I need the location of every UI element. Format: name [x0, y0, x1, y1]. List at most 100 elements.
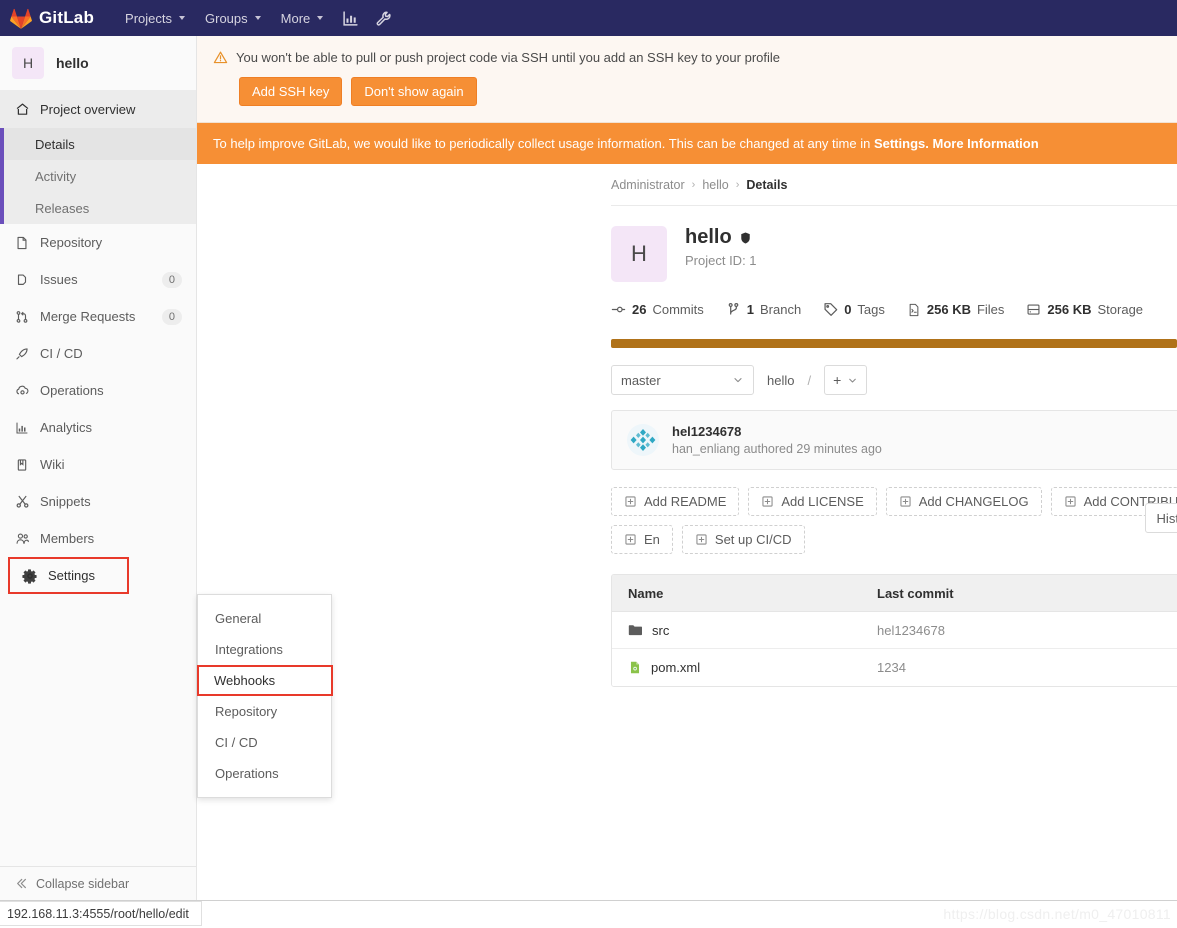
tag-icon: [823, 302, 838, 317]
chevron-down-icon: [179, 16, 185, 20]
sidebar-item-settings[interactable]: Settings: [8, 557, 129, 594]
add-changelog-button[interactable]: Add CHANGELOG: [885, 487, 1042, 516]
file-last-commit[interactable]: hel1234678: [877, 623, 945, 638]
history-button[interactable]: History: [1144, 503, 1177, 533]
usage-alert-settings-link[interactable]: Settings.: [874, 136, 929, 151]
breadcrumb-separator: ›: [735, 179, 740, 191]
file-last-commit[interactable]: 1234: [877, 660, 906, 675]
ssh-alert-message: You won't be able to pull or push projec…: [236, 50, 780, 65]
add-ssh-key-button[interactable]: Add SSH key: [239, 77, 343, 106]
repo-tree-controls: master hello / +: [611, 365, 1177, 395]
plus-icon: +: [833, 372, 842, 388]
stat-branches-value: 1: [746, 302, 754, 317]
settings-submenu-general[interactable]: General: [198, 603, 331, 634]
sidebar-subitem-details[interactable]: Details: [0, 128, 196, 160]
rocket-icon: [14, 346, 30, 362]
plus-square-icon: [761, 495, 774, 508]
sidebar-item-wiki[interactable]: Wiki: [0, 446, 196, 483]
sidebar-item-snippets[interactable]: Snippets: [0, 483, 196, 520]
breadcrumb-administrator[interactable]: Administrator: [611, 178, 685, 192]
plus-square-icon: [899, 495, 912, 508]
issues-count-badge: 0: [161, 271, 182, 288]
sidebar-item-wiki-label: Wiki: [40, 457, 65, 472]
dont-show-again-button[interactable]: Don't show again: [351, 77, 477, 106]
stat-storage[interactable]: 256 KB Storage: [1026, 302, 1143, 317]
sidebar-item-operations[interactable]: Operations: [0, 372, 196, 409]
chevron-down-icon: [847, 375, 858, 386]
repo-path-root[interactable]: hello: [767, 373, 794, 388]
settings-submenu-webhooks[interactable]: Webhooks: [197, 665, 333, 696]
watermark-text: https://blog.csdn.net/m0_47010811: [943, 906, 1171, 922]
merge-icon: [14, 309, 30, 325]
shield-icon: [739, 231, 752, 245]
add-license-button[interactable]: Add LICENSE: [748, 487, 877, 516]
sidebar-item-merge-requests[interactable]: Merge Requests 0: [0, 298, 196, 335]
stat-tags-label: Tags: [857, 302, 885, 317]
nav-groups[interactable]: Groups: [196, 5, 270, 32]
sidebar-item-issues[interactable]: Issues 0: [0, 261, 196, 298]
nav-more[interactable]: More: [272, 5, 333, 32]
stat-commits-label: Commits: [652, 302, 704, 317]
sidebar-subitem-releases[interactable]: Releases: [0, 192, 196, 224]
last-commit-meta: han_enliang authored 29 minutes ago: [672, 442, 882, 456]
table-row[interactable]: src hel1234678: [612, 612, 1177, 649]
sidebar-item-merge-requests-label: Merge Requests: [40, 309, 136, 324]
file-table-col-last-commit: Last commit: [877, 585, 954, 601]
settings-submenu-webhooks-label: Webhooks: [214, 673, 276, 688]
file-name[interactable]: pom.xml: [651, 660, 700, 675]
usage-alert-text: To help improve GitLab, we would like to…: [213, 136, 874, 151]
add-readme-button[interactable]: Add README: [611, 487, 740, 516]
language-bar: [611, 339, 1177, 348]
table-row[interactable]: pom.xml 1234: [612, 649, 1177, 686]
cloud-gear-icon: [14, 383, 30, 399]
sidebar-item-analytics[interactable]: Analytics: [0, 409, 196, 446]
sidebar-item-issues-label: Issues: [40, 272, 78, 287]
project-sidebar: H hello Project overview Details Activit…: [0, 36, 197, 900]
settings-submenu-ci-cd-label: CI / CD: [215, 735, 258, 750]
sidebar-project-header[interactable]: H hello: [0, 36, 196, 91]
plus-square-icon: [624, 533, 637, 546]
setup-ci-cd-button[interactable]: Set up CI/CD: [681, 525, 805, 554]
breadcrumb-hello[interactable]: hello: [702, 178, 728, 192]
enable-auto-devops-button[interactable]: En: [611, 525, 673, 554]
sidebar-subitem-activity[interactable]: Activity: [0, 160, 196, 192]
activity-chart-icon[interactable]: [334, 4, 367, 33]
settings-submenu-integrations[interactable]: Integrations: [198, 634, 331, 665]
collapse-sidebar-button[interactable]: Collapse sidebar: [0, 866, 196, 900]
branch-select[interactable]: master: [611, 365, 754, 395]
stat-files[interactable]: 256 KB Files: [907, 302, 1004, 317]
project-hero-avatar: H: [611, 226, 667, 282]
last-commit-title[interactable]: hel1234678: [672, 424, 882, 439]
settings-submenu-repository[interactable]: Repository: [198, 696, 331, 727]
add-to-tree-button[interactable]: +: [824, 365, 868, 395]
add-license-label: Add LICENSE: [781, 494, 864, 509]
nav-projects[interactable]: Projects: [116, 5, 194, 32]
settings-submenu-ci-cd[interactable]: CI / CD: [198, 727, 331, 758]
sidebar-item-project-overview[interactable]: Project overview: [0, 91, 196, 128]
settings-submenu-flyout: General Integrations Webhooks Repository…: [197, 594, 333, 798]
repository-file-table: Name Last commit src hel1234678 pom.xml …: [611, 574, 1177, 687]
wrench-icon[interactable]: [367, 4, 400, 33]
usage-ping-alert: To help improve GitLab, we would like to…: [197, 123, 1177, 164]
stat-commits[interactable]: 26 Commits: [611, 302, 704, 317]
scissors-icon: [14, 494, 30, 510]
file-name[interactable]: src: [652, 623, 669, 638]
sidebar-item-members[interactable]: Members: [0, 520, 196, 557]
project-avatar: H: [12, 47, 44, 79]
sidebar-item-repository[interactable]: Repository: [0, 224, 196, 261]
usage-alert-more-info-link[interactable]: More Information: [932, 136, 1038, 151]
sidebar-subitem-activity-label: Activity: [35, 168, 77, 184]
main-content: You won't be able to pull or push projec…: [197, 36, 1177, 900]
sidebar-item-ci-cd[interactable]: CI / CD: [0, 335, 196, 372]
file-table-header: Name Last commit: [612, 575, 1177, 612]
gitlab-logo[interactable]: GitLab: [10, 8, 94, 29]
settings-submenu-operations[interactable]: Operations: [198, 758, 331, 789]
stat-tags[interactable]: 0 Tags: [823, 302, 885, 317]
nav-projects-label: Projects: [125, 10, 172, 26]
stat-branches[interactable]: 1 Branch: [726, 302, 801, 317]
gear-icon: [22, 568, 38, 584]
repo-path-separator: /: [807, 372, 812, 388]
setup-ci-cd-label: Set up CI/CD: [714, 532, 792, 547]
plus-square-icon: [624, 495, 637, 508]
stat-storage-label: Storage: [1097, 302, 1144, 317]
